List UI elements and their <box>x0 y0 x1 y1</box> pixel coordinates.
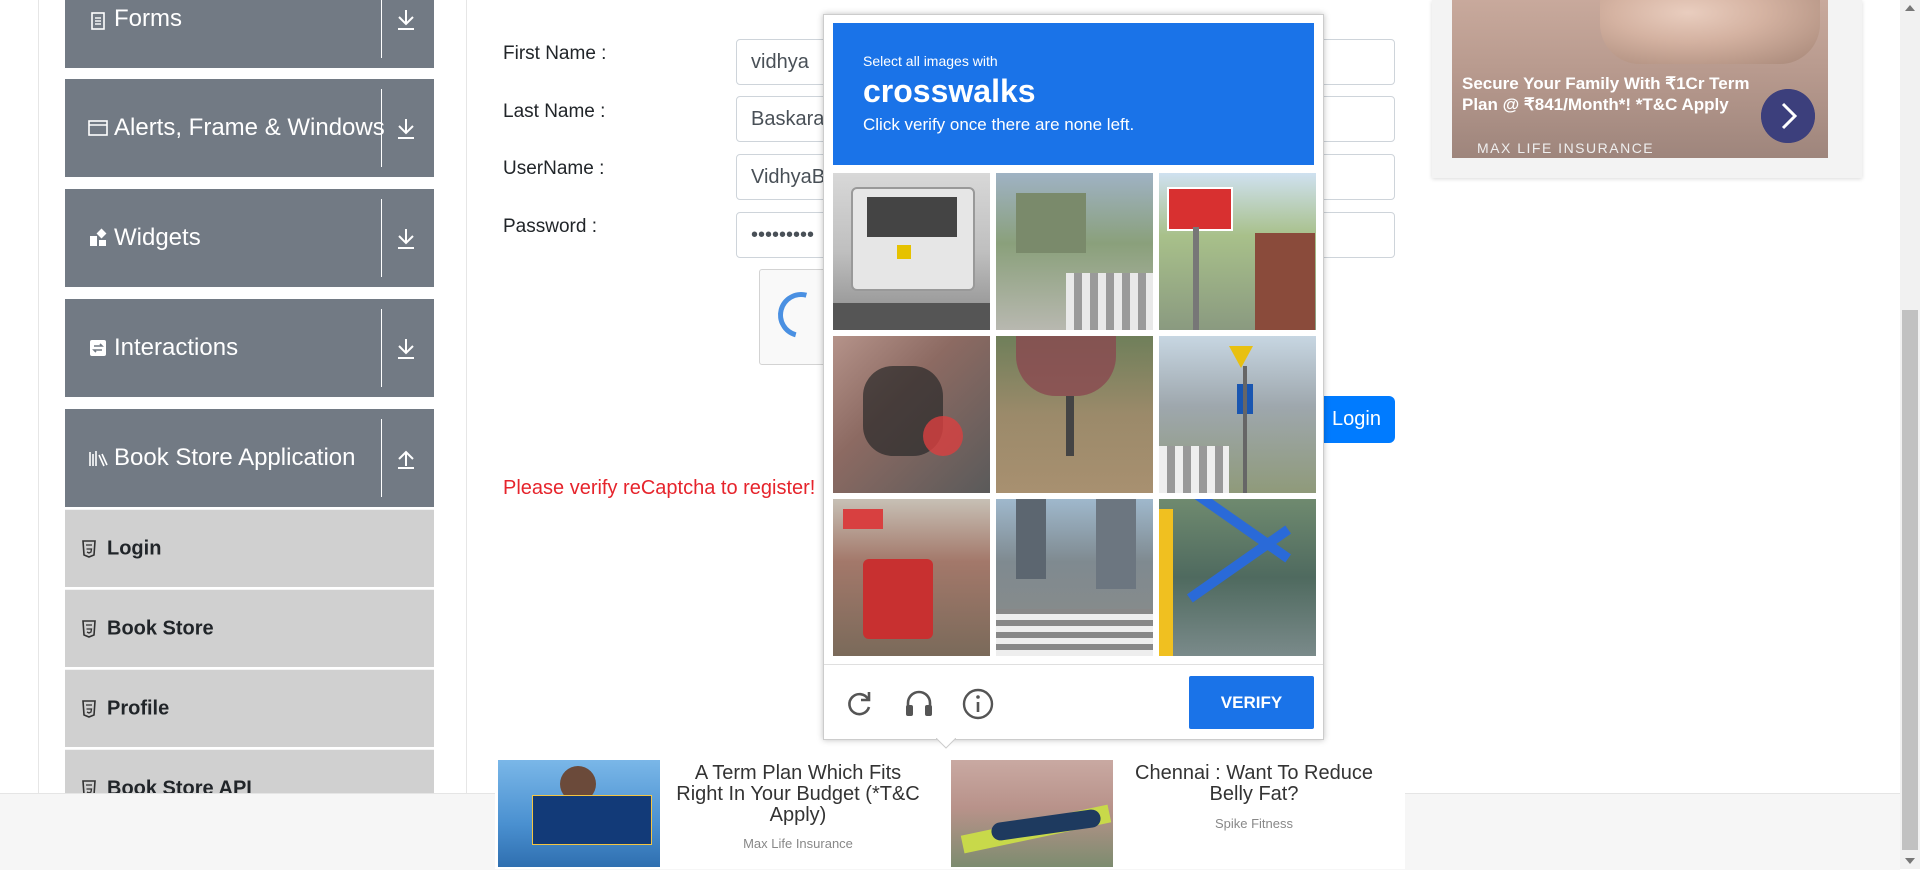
info-icon[interactable] <box>961 687 995 721</box>
download-icon[interactable] <box>394 5 418 33</box>
audio-icon[interactable] <box>902 687 936 721</box>
ad-family-photo <box>1600 0 1820 64</box>
sidebar-group-alerts[interactable]: Alerts, Frame & Windows <box>65 79 434 177</box>
sidebar-item-label: Login <box>107 537 162 559</box>
ad-image-fitness[interactable] <box>951 760 1113 867</box>
sidebar-group-label: Alerts, Frame & Windows <box>114 114 385 141</box>
divider <box>381 199 382 277</box>
last-name-label: Last Name : <box>503 101 606 122</box>
captcha-tile[interactable] <box>996 173 1153 330</box>
sidebar-item-login[interactable]: Login <box>65 509 434 587</box>
captcha-pointer <box>936 738 956 749</box>
ad-image-term-plan[interactable] <box>498 760 660 867</box>
sidebar-group-widgets[interactable]: Widgets <box>65 189 434 287</box>
sidebar-group-label: Forms <box>114 5 182 32</box>
captcha-tile[interactable] <box>996 499 1153 656</box>
captcha-target: crosswalks <box>863 73 1036 109</box>
captcha-tile[interactable] <box>833 173 990 330</box>
error-message: Please verify reCaptcha to register! <box>503 477 816 499</box>
first-name-label: First Name : <box>503 43 607 64</box>
ad-right-brand: MAX LIFE INSURANCE <box>1477 140 1655 156</box>
download-icon[interactable] <box>394 224 418 252</box>
captcha-instruction: Select all images with <box>863 53 998 69</box>
password-label: Password : <box>503 216 597 237</box>
divider <box>381 419 382 497</box>
chevron-right-icon[interactable] <box>1761 89 1815 143</box>
ad-person-shape <box>990 808 1102 842</box>
login-button[interactable]: Login <box>1318 396 1395 443</box>
html5-icon <box>82 699 96 718</box>
html5-icon <box>82 619 96 638</box>
ad-banner <box>532 795 652 845</box>
captcha-tile[interactable] <box>1159 173 1316 330</box>
sidebar-item-label: Book Store <box>107 617 214 639</box>
captcha-challenge: Select all images with crosswalks Click … <box>823 14 1324 740</box>
sidebar-item-label: Profile <box>107 697 170 719</box>
sidebar-group-book-store-application[interactable]: Book Store Application <box>65 409 434 507</box>
sidebar-group-forms[interactable]: Forms <box>65 0 434 68</box>
bottom-ad-source: Spike Fitness <box>1214 816 1294 831</box>
sidebar-item-profile[interactable]: Profile <box>65 669 434 747</box>
window-icon <box>88 120 108 136</box>
document-icon <box>91 12 105 30</box>
sidebar-group-label: Interactions <box>114 334 239 361</box>
bottom-ad-source: Max Life Insurance <box>743 836 853 851</box>
ad-right-text[interactable]: Secure Your Family With ₹1Cr Term Plan @… <box>1462 73 1772 115</box>
captcha-header: Select all images with crosswalks Click … <box>833 23 1314 165</box>
interactions-icon <box>90 340 106 356</box>
sidebar-group-label: Widgets <box>114 224 201 251</box>
scroll-up-icon[interactable] <box>1904 3 1916 13</box>
scroll-down-icon[interactable] <box>1904 856 1916 866</box>
divider <box>824 664 1323 665</box>
divider <box>381 89 382 167</box>
captcha-tile[interactable] <box>1159 336 1316 493</box>
reload-icon[interactable] <box>842 687 876 721</box>
html5-icon <box>82 539 96 558</box>
sidebar-group-label: Book Store Application <box>114 444 356 471</box>
username-label: UserName : <box>503 158 605 179</box>
captcha-tile[interactable] <box>833 499 990 656</box>
sidebar-item-book-store[interactable]: Book Store <box>65 589 434 667</box>
upload-icon[interactable] <box>394 444 418 472</box>
captcha-tile[interactable] <box>996 336 1153 493</box>
download-icon[interactable] <box>394 114 418 142</box>
bottom-ad-title[interactable]: A Term Plan Which Fits Right In Your Bud… <box>672 763 924 826</box>
divider <box>381 0 382 58</box>
bottom-ad-title[interactable]: Chennai : Want To Reduce Belly Fat? <box>1118 763 1390 805</box>
captcha-subtitle: Click verify once there are none left. <box>863 115 1135 134</box>
sidebar-group-interactions[interactable]: Interactions <box>65 299 434 397</box>
captcha-tile[interactable] <box>1159 499 1316 656</box>
books-icon <box>89 451 108 467</box>
widgets-icon <box>90 228 107 246</box>
divider <box>381 309 382 387</box>
scrollbar-thumb[interactable] <box>1902 310 1918 850</box>
captcha-tile[interactable] <box>833 336 990 493</box>
download-icon[interactable] <box>394 334 418 362</box>
verify-button[interactable]: VERIFY <box>1189 676 1314 729</box>
